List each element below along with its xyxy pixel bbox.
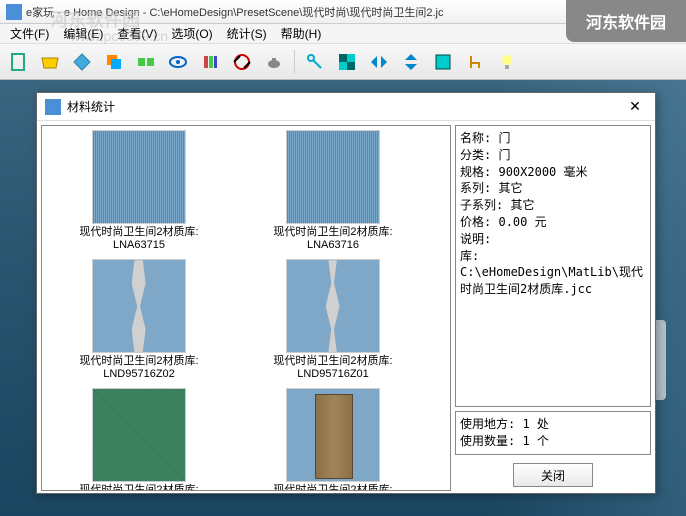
toolbar-separator [294,50,295,74]
toolbar [0,44,686,80]
spec-value: 900X2000 毫米 [498,165,587,179]
menu-file[interactable]: 文件(F) [4,23,55,44]
flip-v-icon[interactable] [397,48,425,76]
place-value: 1 处 [522,417,548,431]
material-label: 现代时尚卫生间2材质库: [79,226,198,239]
lib-label: 库: [460,248,646,265]
subseries-value: 其它 [510,198,534,212]
material-item[interactable]: 现代时尚卫生间2材质库: 门 [240,388,426,491]
square-icon[interactable] [429,48,457,76]
usage-box: 使用地方: 1 处 使用数量: 1 个 [455,411,651,455]
flip-h-icon[interactable] [365,48,393,76]
target-icon[interactable] [228,48,256,76]
material-thumb [286,259,380,353]
lib-path: C:\eHomeDesign\MatLib\现代时尚卫生间2材质库.jcc [460,264,646,298]
material-thumb [92,259,186,353]
count-value: 1 个 [522,434,548,448]
close-icon[interactable]: ✕ [623,97,647,117]
name-value: 门 [498,131,510,145]
info-box: 名称: 门 分类: 门 规格: 900X2000 毫米 系列: 其它 子系列: … [455,125,651,407]
material-label: 现代时尚卫生间2材质库: [79,484,198,491]
eye-icon[interactable] [164,48,192,76]
material-item[interactable]: 现代时尚卫生间2材质库: LFA30716 [46,388,232,491]
books-icon[interactable] [196,48,224,76]
material-label: 现代时尚卫生间2材质库: [273,484,392,491]
teapot-icon[interactable] [260,48,288,76]
price-value: 0.00 元 [498,215,546,229]
menu-options[interactable]: 选项(O) [165,23,218,44]
spec-label: 规格: [460,165,491,179]
material-code: LND95716Z02 [103,368,175,380]
material-code: LND95716Z01 [297,368,369,380]
boxes-icon[interactable] [132,48,160,76]
material-item[interactable]: 现代时尚卫生间2材质库: LNA63715 [46,130,232,251]
layers-icon[interactable] [100,48,128,76]
window-title: e家玩 - e Home Design - C:\eHomeDesign\Pre… [26,4,444,20]
dialog-icon [45,99,61,115]
price-label: 价格: [460,215,491,229]
cat-label: 分类: [460,148,491,162]
series-label: 系列: [460,181,491,195]
material-stats-dialog: 材料统计 ✕ 现代时尚卫生间2材质库: LNA63715 现代时尚卫生间2材质库… [36,92,656,494]
material-label: 现代时尚卫生间2材质库: [79,355,198,368]
material-list[interactable]: 现代时尚卫生间2材质库: LNA63715 现代时尚卫生间2材质库: LNA63… [41,125,451,491]
menu-view[interactable]: 查看(V) [111,23,163,44]
menu-stats[interactable]: 统计(S) [221,23,273,44]
place-label: 使用地方: [460,417,515,431]
app-icon [6,4,22,20]
checker-icon[interactable] [333,48,361,76]
menu-help[interactable]: 帮助(H) [275,23,328,44]
material-code: LNA63715 [113,239,165,251]
close-button[interactable]: 关闭 [513,463,593,487]
chair-icon[interactable] [461,48,489,76]
material-thumb [92,388,186,482]
series-value: 其它 [498,181,522,195]
material-thumb [286,388,380,482]
material-label: 现代时尚卫生间2材质库: [273,226,392,239]
desc-label: 说明: [460,231,646,248]
material-label: 现代时尚卫生间2材质库: [273,355,392,368]
open-icon[interactable] [36,48,64,76]
subseries-label: 子系列: [460,198,503,212]
key-icon[interactable] [301,48,329,76]
material-item[interactable]: 现代时尚卫生间2材质库: LND95716Z01 [240,259,426,380]
cat-value: 门 [498,148,510,162]
logo-badge: 河东软件园 [566,0,686,42]
menu-edit[interactable]: 编辑(E) [57,23,109,44]
dialog-title: 材料统计 [67,98,623,115]
material-thumb [286,130,380,224]
material-item[interactable]: 现代时尚卫生间2材质库: LND95716Z02 [46,259,232,380]
dialog-title-bar[interactable]: 材料统计 ✕ [37,93,655,121]
bulb-icon[interactable] [493,48,521,76]
button-row: 关闭 [455,459,651,491]
detail-panel: 名称: 门 分类: 门 规格: 900X2000 毫米 系列: 其它 子系列: … [455,125,651,491]
save-icon[interactable] [68,48,96,76]
new-file-icon[interactable] [4,48,32,76]
material-code: LNA63716 [307,239,359,251]
material-item[interactable]: 现代时尚卫生间2材质库: LNA63716 [240,130,426,251]
count-label: 使用数量: [460,434,515,448]
material-thumb [92,130,186,224]
name-label: 名称: [460,131,491,145]
